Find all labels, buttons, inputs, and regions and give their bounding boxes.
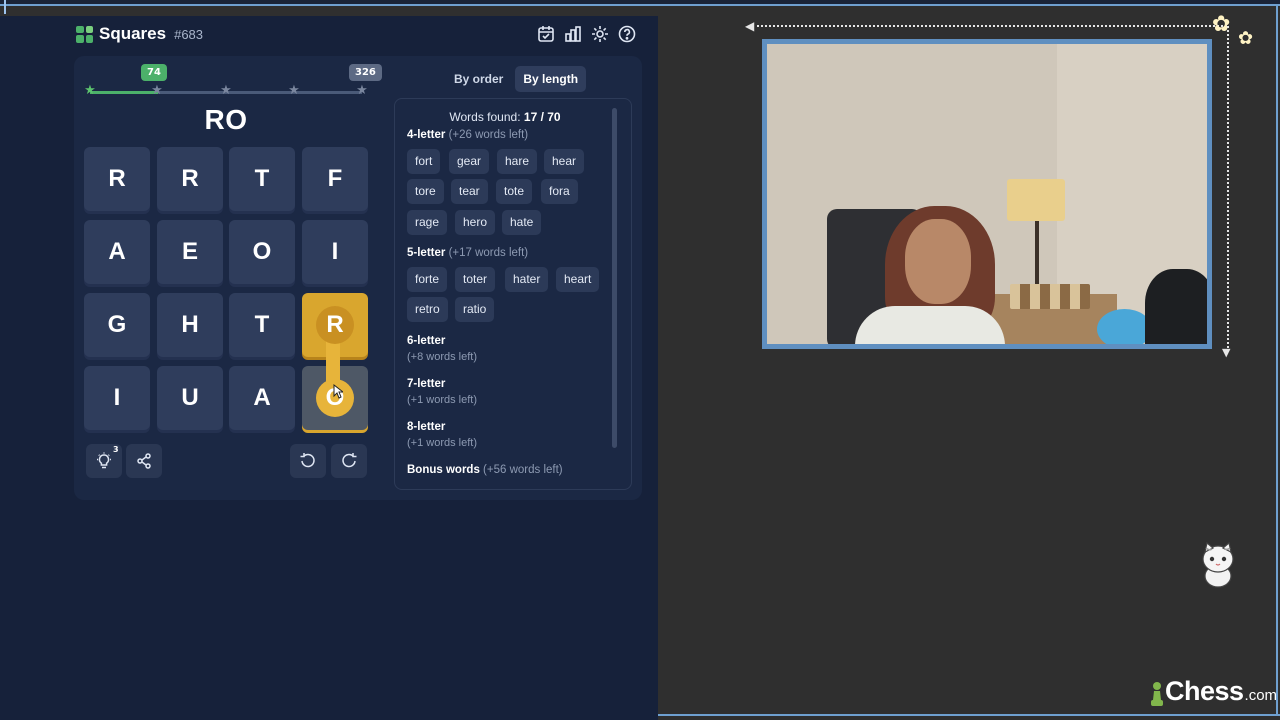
flower-icon: ✿ <box>1212 12 1231 37</box>
arrow-down-icon: ▼ <box>1222 346 1231 359</box>
top-tick <box>4 0 6 14</box>
chesscom-logo: Chess .com <box>1150 676 1277 707</box>
share-icon <box>137 453 151 469</box>
letter-tile[interactable]: I <box>302 220 368 284</box>
puzzle-number: #683 <box>174 26 204 42</box>
section-4-letter-title: 4-letter (+26 words left) <box>407 129 529 141</box>
dotted-border-top <box>752 25 1227 27</box>
word-chip: gear <box>449 149 490 174</box>
words-found: Words found: 17 / 70 <box>449 110 561 124</box>
plush-toy <box>1097 309 1152 344</box>
progress-star-icon: ★ <box>151 83 163 98</box>
word-chip: tote <box>496 179 533 204</box>
word-chip: toter <box>455 267 496 292</box>
word-chip: tear <box>451 179 488 204</box>
letter-tile[interactable]: R <box>157 147 223 211</box>
progress-max-badge: 326 <box>349 64 382 81</box>
game-title: Squares <box>99 24 167 43</box>
flower-icon: ✿ <box>1238 28 1254 49</box>
progress-star-icon: ★ <box>288 83 300 98</box>
game-header: Squares #683 <box>76 24 203 44</box>
letter-tile[interactable]: A <box>84 220 150 284</box>
section-bonus-title: Bonus words (+56 words left) <box>407 464 563 476</box>
letter-tile[interactable]: O <box>229 220 295 284</box>
letter-tile[interactable]: T <box>229 147 295 211</box>
chessboard <box>1010 284 1090 309</box>
word-chip: heart <box>556 267 600 292</box>
word-chip: hare <box>497 149 538 174</box>
section-5-letter-title: 5-letter (+17 words left) <box>407 247 529 259</box>
rotate-left-button[interactable] <box>290 444 326 478</box>
progress-star-icon: ★ <box>84 83 96 98</box>
lamp <box>1007 179 1065 221</box>
sort-tabs: By order By length <box>446 66 587 92</box>
word-chip: fora <box>541 179 578 204</box>
letter-tile[interactable]: F <box>302 147 368 211</box>
rotate-right-button[interactable] <box>331 444 367 478</box>
letter-tile[interactable]: I <box>84 366 150 430</box>
letter-tile[interactable]: G <box>84 293 150 357</box>
tab-by-length[interactable]: By length <box>515 66 587 92</box>
header-icons <box>536 24 636 43</box>
word-chip: forte <box>407 267 448 292</box>
letter-tile[interactable]: R <box>84 147 150 211</box>
letter-tile[interactable]: A <box>229 366 295 430</box>
letter-tile[interactable]: T <box>229 293 295 357</box>
webcam-feed <box>762 39 1212 349</box>
section-6-letter-title: 6-letter <box>407 335 446 347</box>
word-chip: tore <box>407 179 444 204</box>
section-6-letter-note: (+8 words left) <box>407 351 477 363</box>
section-7-letter-note: (+1 words left) <box>407 394 477 406</box>
progress-star-icon: ★ <box>220 83 232 98</box>
rotate-right-icon <box>342 453 357 468</box>
word-list-scrollbar[interactable] <box>612 108 617 448</box>
dotted-border-right <box>1227 26 1229 352</box>
brand-name: Chess <box>1165 676 1244 706</box>
mouse-cursor-icon <box>333 384 343 399</box>
share-button[interactable] <box>126 444 162 478</box>
progress-star-icon: ★ <box>356 83 368 98</box>
brand-tld: .com <box>1244 687 1278 704</box>
current-word: RO <box>204 104 248 135</box>
section-7-letter-title: 7-letter <box>407 378 446 390</box>
letter-tile[interactable]: H <box>157 293 223 357</box>
squares-logo-icon <box>76 25 93 43</box>
streamer <box>905 219 971 304</box>
letter-tile[interactable]: E <box>157 220 223 284</box>
lightbulb-icon <box>97 452 111 469</box>
word-chip: retro <box>407 297 448 322</box>
word-chip: hater <box>505 267 549 292</box>
letter-grid: R R T F A E O I G H T R I U A O <box>84 147 369 431</box>
help-icon[interactable] <box>617 24 636 43</box>
plush-toy <box>1145 269 1207 344</box>
top-strip <box>0 0 1280 6</box>
word-chip: fort <box>407 149 441 174</box>
word-chip: hate <box>502 210 542 235</box>
stats-icon[interactable] <box>563 24 582 43</box>
rotate-left-icon <box>300 453 315 468</box>
pawn-icon <box>1151 682 1163 706</box>
frame-line-right <box>1276 6 1278 714</box>
section-8-letter-note: (+1 words left) <box>407 437 477 449</box>
word-chip: hear <box>544 149 585 174</box>
progress-fill <box>90 91 158 94</box>
frame-line-bottom <box>658 714 1280 716</box>
cat-sticker-icon <box>1202 542 1234 588</box>
section-8-letter-title: 8-letter <box>407 421 446 433</box>
letter-tile[interactable]: U <box>157 366 223 430</box>
progress-current-badge: 74 <box>141 64 167 81</box>
gear-icon[interactable] <box>590 24 609 43</box>
hint-count: 3 <box>113 445 119 454</box>
word-chip: ratio <box>455 297 495 322</box>
calendar-icon[interactable] <box>536 24 555 43</box>
word-chip: hero <box>455 210 496 235</box>
word-chip: rage <box>407 210 448 235</box>
tab-by-order[interactable]: By order <box>446 66 511 92</box>
